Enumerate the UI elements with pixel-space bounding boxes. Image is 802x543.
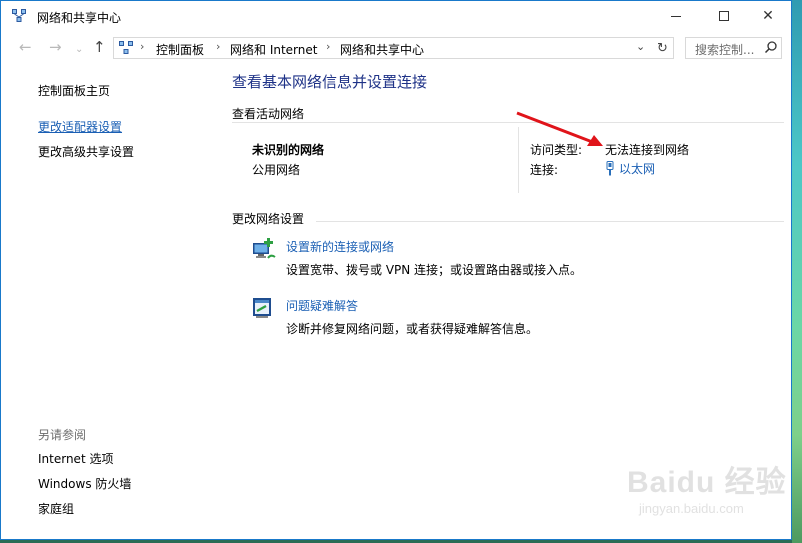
title-bar: 网络和共享中心 ✕ bbox=[1, 1, 791, 31]
refresh-button[interactable]: ↻ bbox=[652, 37, 674, 59]
sidebar-item-change-adapter-settings[interactable]: 更改适配器设置 bbox=[38, 118, 122, 135]
section-divider bbox=[316, 221, 784, 222]
control-panel-icon bbox=[119, 41, 133, 54]
baidu-watermark: Baidu 经验 jingyan.baidu.com bbox=[609, 457, 789, 527]
troubleshoot-problems-link[interactable]: 问题疑难解答 bbox=[286, 297, 358, 314]
sidebar-item-windows-firewall[interactable]: Windows 防火墙 bbox=[38, 475, 131, 492]
address-bar[interactable]: › 控制面板 › 网络和 Internet › 网络和共享中心 ⌄ bbox=[113, 37, 674, 59]
sidebar-item-internet-options[interactable]: Internet 选项 bbox=[38, 450, 113, 467]
search-input[interactable]: 搜索控制... bbox=[685, 37, 782, 59]
sidebar-item-control-panel-home[interactable]: 控制面板主页 bbox=[38, 82, 110, 99]
window-title: 网络和共享中心 bbox=[37, 11, 122, 25]
connection-value: 以太网 bbox=[619, 162, 656, 176]
active-networks-heading: 查看活动网络 bbox=[232, 107, 305, 121]
minimize-icon bbox=[671, 15, 681, 17]
breadcrumb-network-sharing-center[interactable]: 网络和共享中心 bbox=[340, 41, 424, 58]
change-settings-heading: 更改网络设置 bbox=[232, 212, 305, 226]
breadcrumb-network-internet[interactable]: 网络和 Internet bbox=[230, 41, 317, 58]
address-dropdown-chevron-icon[interactable]: ⌄ bbox=[636, 40, 645, 53]
breadcrumb-separator-icon: › bbox=[326, 40, 331, 53]
sidebar-item-change-advanced-sharing[interactable]: 更改高级共享设置 bbox=[38, 143, 134, 160]
refresh-icon: ↻ bbox=[657, 40, 668, 56]
troubleshoot-problems-description: 诊断并修复网络问题，或者获得疑难解答信息。 bbox=[286, 322, 539, 336]
left-sidebar: 控制面板主页 更改适配器设置 更改高级共享设置 另请参阅 Internet 选项… bbox=[1, 65, 219, 540]
watermark-brand: Baidu 经验 bbox=[627, 466, 787, 499]
close-button[interactable]: ✕ bbox=[745, 1, 791, 31]
setup-new-connection-link[interactable]: 设置新的连接或网络 bbox=[286, 238, 394, 255]
network-type: 公用网络 bbox=[252, 163, 301, 177]
search-placeholder: 搜索控制... bbox=[695, 43, 755, 57]
network-name: 未识别的网络 bbox=[252, 143, 325, 157]
breadcrumb-separator-icon: › bbox=[216, 40, 221, 53]
maximize-button[interactable] bbox=[701, 1, 747, 31]
page-title: 查看基本网络信息并设置连接 bbox=[232, 73, 428, 91]
section-divider bbox=[232, 122, 784, 123]
red-annotation-arrow bbox=[516, 111, 603, 146]
back-button[interactable]: ← bbox=[19, 39, 32, 55]
navigation-bar: ← → ⌄ ↑ › 控制面板 › 网络和 Internet › 网络和共享中心 … bbox=[1, 31, 791, 65]
watermark-url: jingyan.baidu.com bbox=[639, 501, 744, 516]
see-also-heading: 另请参阅 bbox=[38, 428, 87, 442]
minimize-button[interactable] bbox=[653, 1, 699, 31]
network-sharing-center-window: 网络和共享中心 ✕ ← → ⌄ ↑ › 控制面板 › 网络和 Internet … bbox=[0, 0, 792, 540]
breadcrumb-separator-icon: › bbox=[140, 40, 145, 53]
up-button[interactable]: ↑ bbox=[93, 39, 106, 55]
close-icon: ✕ bbox=[762, 8, 774, 24]
troubleshoot-icon bbox=[253, 298, 271, 318]
new-connection-icon bbox=[253, 238, 276, 259]
connection-label: 连接: bbox=[530, 163, 559, 177]
connection-ethernet-link[interactable]: 以太网 bbox=[605, 160, 655, 177]
desktop-background bbox=[792, 0, 802, 543]
maximize-icon bbox=[719, 11, 729, 21]
recent-locations-chevron-icon[interactable]: ⌄ bbox=[75, 42, 83, 58]
search-icon bbox=[764, 41, 777, 54]
network-app-icon bbox=[12, 9, 26, 22]
sidebar-item-homegroup[interactable]: 家庭组 bbox=[38, 500, 74, 517]
access-type-value: 无法连接到网络 bbox=[605, 143, 690, 157]
setup-new-connection-description: 设置宽带、拨号或 VPN 连接；或设置路由器或接入点。 bbox=[286, 263, 583, 277]
ethernet-plug-icon bbox=[606, 161, 614, 176]
forward-button[interactable]: → bbox=[49, 39, 62, 55]
breadcrumb-control-panel[interactable]: 控制面板 bbox=[156, 41, 204, 58]
